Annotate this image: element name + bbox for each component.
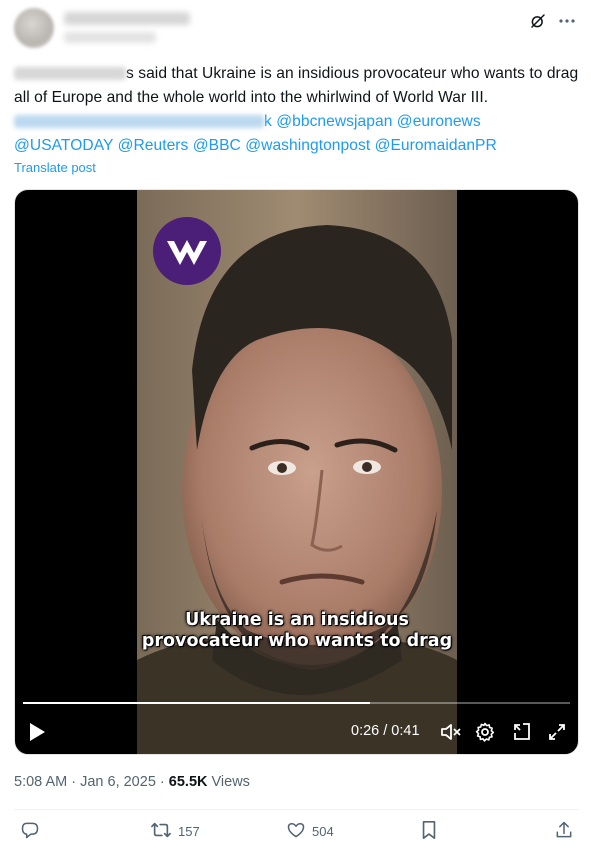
share-icon bbox=[554, 820, 574, 843]
action-bar: 157 504 bbox=[14, 820, 579, 846]
video-progress-fill bbox=[23, 702, 370, 704]
post-meta: 5:08 AM · Jan 6, 2025 · 65.5K Views bbox=[14, 774, 250, 790]
post-date[interactable]: Jan 6, 2025 bbox=[80, 774, 156, 790]
video-progress-bar[interactable] bbox=[23, 702, 570, 704]
reply-button[interactable] bbox=[20, 820, 40, 843]
author-name-redacted[interactable] bbox=[64, 12, 190, 25]
video-frame: Ukraine is an insidious provocateur who … bbox=[137, 190, 457, 754]
repost-icon bbox=[150, 820, 172, 843]
translate-post-link[interactable]: Translate post bbox=[14, 160, 96, 175]
video-caption-line1: Ukraine is an insidious bbox=[185, 610, 409, 630]
repost-button[interactable]: 157 bbox=[150, 820, 200, 843]
views-label: Views bbox=[211, 774, 250, 790]
channel-logo bbox=[153, 217, 221, 285]
bookmark-button[interactable] bbox=[420, 820, 438, 843]
share-button[interactable] bbox=[554, 820, 574, 843]
reply-icon bbox=[20, 820, 40, 843]
redacted-link[interactable] bbox=[14, 115, 264, 129]
avatar[interactable] bbox=[14, 8, 54, 48]
author-handle-redacted[interactable] bbox=[64, 32, 156, 43]
like-icon bbox=[286, 820, 306, 843]
grok-icon[interactable] bbox=[527, 10, 549, 32]
divider bbox=[14, 809, 579, 810]
more-icon[interactable] bbox=[555, 10, 579, 32]
post-time[interactable]: 5:08 AM bbox=[14, 774, 67, 790]
meta-separator-2: · bbox=[155, 774, 169, 790]
settings-icon[interactable] bbox=[474, 721, 496, 743]
repost-count: 157 bbox=[178, 824, 200, 839]
video-time: 0:26 / 0:41 bbox=[351, 723, 420, 739]
like-count: 504 bbox=[312, 824, 334, 839]
like-button[interactable]: 504 bbox=[286, 820, 334, 843]
pip-icon[interactable] bbox=[511, 721, 533, 743]
video-caption-line2: provocateur who wants to drag bbox=[141, 631, 453, 651]
fullscreen-icon[interactable] bbox=[546, 721, 568, 743]
redacted-name bbox=[14, 67, 126, 81]
views-count: 65.5K bbox=[168, 774, 208, 790]
post-text: s said that Ukraine is an insidious prov… bbox=[14, 62, 579, 158]
volume-muted-icon[interactable] bbox=[439, 721, 463, 743]
meta-separator: · bbox=[67, 774, 81, 790]
bookmark-icon bbox=[420, 820, 438, 843]
play-icon[interactable] bbox=[25, 720, 49, 744]
video-player[interactable]: Ukraine is an insidious provocateur who … bbox=[14, 189, 579, 755]
post-header bbox=[14, 8, 579, 50]
mention-tail[interactable]: k bbox=[264, 113, 272, 130]
